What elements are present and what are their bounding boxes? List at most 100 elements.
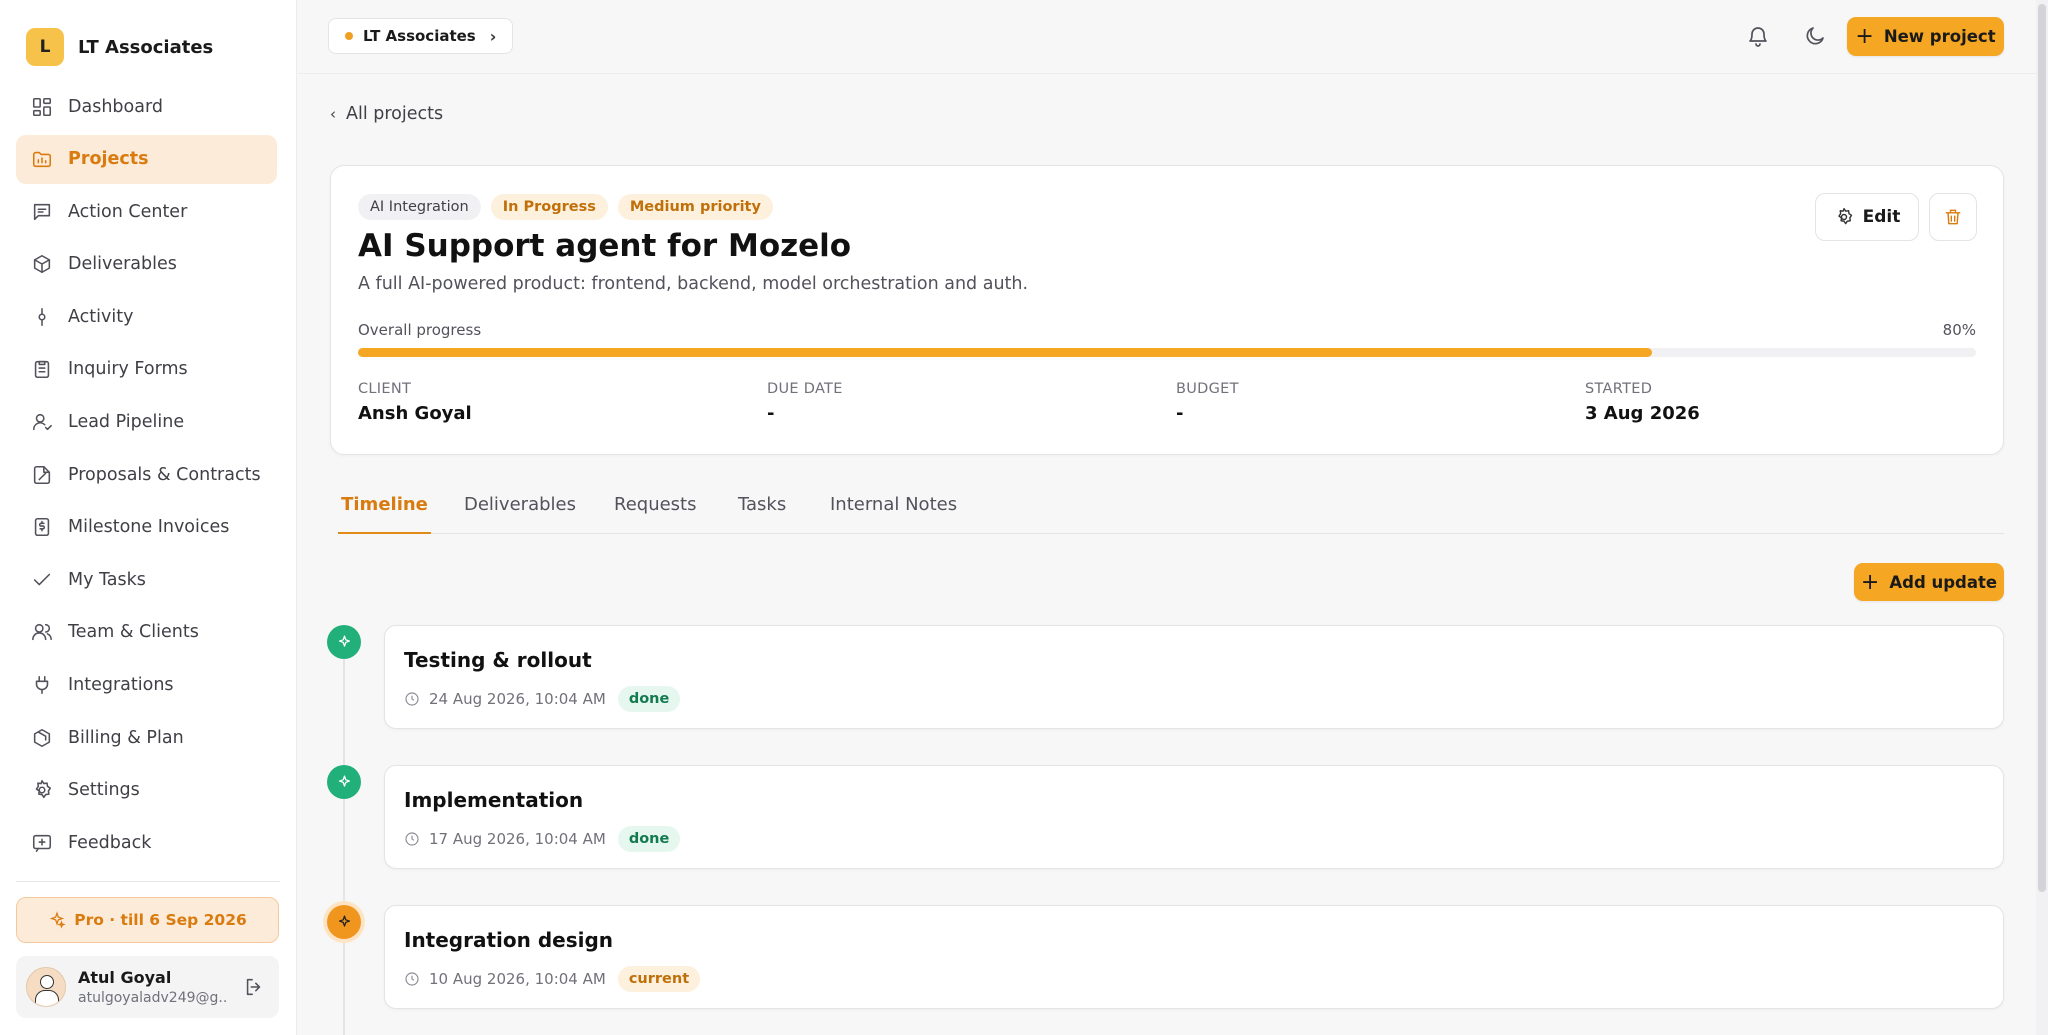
sidebar-item-team-clients[interactable]: Team & Clients — [16, 608, 277, 657]
status-badge: done — [617, 826, 681, 852]
sparkle-icon — [338, 774, 350, 787]
sidebar-item-activity[interactable]: Activity — [16, 292, 277, 341]
timeline-meta: 10 Aug 2026, 10:04 AM current — [404, 966, 701, 992]
timeline-meta: 24 Aug 2026, 10:04 AM done — [404, 686, 681, 712]
page-title: AI Support agent for Mozelo — [358, 228, 852, 264]
sidebar-item-proposals-contracts[interactable]: Proposals & Contracts — [16, 450, 277, 499]
sidebar-item-label: Projects — [68, 149, 149, 170]
sidebar-item-label: Dashboard — [68, 96, 163, 117]
sidebar-item-label: Inquiry Forms — [68, 359, 188, 380]
clock-icon — [405, 832, 419, 846]
sidebar-item-label: Team & Clients — [68, 622, 199, 643]
plan-label: Pro · till 6 Sep 2026 — [74, 911, 247, 929]
sidebar-item-label: Integrations — [68, 675, 174, 696]
sidebar-item-inquiry-forms[interactable]: Inquiry Forms — [16, 345, 277, 394]
moon-icon[interactable] — [1803, 24, 1827, 48]
workspace-dot — [345, 32, 353, 40]
clock-icon — [405, 972, 419, 986]
sidebar-item-lead-pipeline[interactable]: Lead Pipeline — [16, 398, 277, 447]
meta-client: CLIENT Ansh Goyal — [358, 381, 472, 424]
new-project-button[interactable]: + New project — [1847, 17, 2004, 56]
sidebar-item-integrations[interactable]: Integrations — [16, 661, 277, 710]
project-tags: AI Integration In Progress Medium priori… — [358, 194, 783, 220]
sidebar-item-projects[interactable]: Projects — [16, 134, 277, 184]
user-card[interactable]: Atul Goyal atulgoyaladv249@g... — [16, 956, 279, 1018]
meta-started: STARTED 3 Aug 2026 — [1585, 381, 1700, 424]
sidebar-item-my-tasks[interactable]: My Tasks — [16, 555, 277, 604]
meta-label: BUDGET — [1176, 381, 1239, 397]
invoice-icon — [31, 516, 53, 538]
scrollbar[interactable] — [2036, 0, 2048, 1035]
back-label: All projects — [346, 104, 444, 124]
activity-icon — [31, 306, 53, 328]
sparkle-icon — [338, 914, 350, 927]
feedback-icon — [31, 832, 53, 854]
lead-icon — [31, 411, 53, 433]
tab-timeline[interactable]: Timeline — [338, 494, 431, 534]
sidebar-item-action-center[interactable]: Action Center — [16, 187, 277, 236]
back-link[interactable]: ‹ All projects — [330, 104, 443, 124]
meta-value: 3 Aug 2026 — [1585, 403, 1700, 424]
brand-name: LT Associates — [78, 36, 214, 58]
priority-badge: Medium priority — [617, 194, 773, 220]
logout-icon[interactable] — [243, 976, 265, 998]
sidebar-divider — [16, 881, 280, 882]
tab-internal-notes[interactable]: Internal Notes — [830, 494, 957, 534]
tab-requests[interactable]: Requests — [614, 494, 697, 534]
edit-button[interactable]: Edit — [1815, 193, 1919, 241]
tab-deliverables[interactable]: Deliverables — [464, 494, 576, 534]
bell-icon[interactable] — [1746, 24, 1770, 48]
progress-percent: 80% — [1942, 321, 1976, 339]
workspace-switcher[interactable]: LT Associates › — [328, 18, 514, 54]
sidebar-item-dashboard[interactable]: Dashboard — [16, 82, 277, 131]
timeline-title: Integration design — [404, 928, 614, 952]
progress-fill — [358, 348, 1653, 357]
sidebar-item-settings[interactable]: Settings — [16, 766, 277, 815]
sidebar-item-label: Action Center — [68, 201, 188, 222]
sidebar-item-deliverables[interactable]: Deliverables — [16, 240, 277, 289]
sidebar-item-label: Proposals & Contracts — [68, 464, 261, 485]
timeline-item[interactable]: Implementation 17 Aug 2026, 10:04 AM don… — [384, 765, 2004, 869]
brand[interactable]: L LT Associates — [26, 28, 213, 66]
add-update-button[interactable]: + Add update — [1854, 563, 2004, 601]
user-name: Atul Goyal — [78, 968, 172, 987]
check-icon — [31, 569, 53, 591]
timeline-title: Testing & rollout — [404, 648, 592, 672]
sidebar-item-label: Activity — [68, 306, 134, 327]
progress-label: Overall progress — [358, 321, 482, 339]
scrollbar-thumb[interactable] — [2038, 4, 2046, 892]
meta-due-date: DUE DATE - — [767, 381, 843, 424]
billing-icon — [31, 727, 53, 749]
timeline-meta: 17 Aug 2026, 10:04 AM done — [404, 826, 681, 852]
contract-icon — [31, 464, 53, 486]
dashboard-icon — [31, 96, 53, 118]
project-card: AI Integration In Progress Medium priori… — [330, 165, 2004, 455]
gear-icon — [31, 779, 53, 801]
topbar: LT Associates › + New project — [298, 0, 2048, 74]
sparkle-icon — [50, 911, 66, 929]
timeline-item[interactable]: Testing & rollout 24 Aug 2026, 10:04 AM … — [384, 625, 2004, 729]
timeline-time: 24 Aug 2026, 10:04 AM — [429, 690, 606, 708]
gear-icon — [1837, 207, 1852, 225]
plan-badge[interactable]: Pro · till 6 Sep 2026 — [16, 897, 279, 943]
chevron-left-icon: ‹ — [330, 105, 336, 123]
sparkle-icon — [338, 634, 350, 647]
add-update-label: Add update — [1889, 572, 1998, 592]
new-project-label: New project — [1883, 27, 1996, 46]
sidebar-item-feedback[interactable]: Feedback — [16, 818, 277, 867]
plus-icon: + — [1860, 569, 1880, 595]
timeline-item[interactable]: Integration design 10 Aug 2026, 10:04 AM… — [384, 905, 2004, 1009]
sidebar-item-milestone-invoices[interactable]: Milestone Invoices — [16, 503, 277, 552]
sidebar-item-label: Deliverables — [68, 254, 177, 275]
sidebar: L LT Associates Dashboard Projects Actio… — [0, 0, 297, 1035]
sidebar-item-label: Feedback — [68, 832, 152, 853]
meta-value: - — [1176, 403, 1184, 424]
status-badge: In Progress — [490, 194, 608, 220]
meta-value: - — [767, 403, 775, 424]
plug-icon — [31, 674, 53, 696]
meta-value: Ansh Goyal — [358, 403, 472, 424]
status-badge: current — [617, 966, 701, 992]
tab-tasks[interactable]: Tasks — [738, 494, 786, 534]
sidebar-item-billing-plan[interactable]: Billing & Plan — [16, 713, 277, 762]
delete-button[interactable] — [1929, 193, 1977, 241]
